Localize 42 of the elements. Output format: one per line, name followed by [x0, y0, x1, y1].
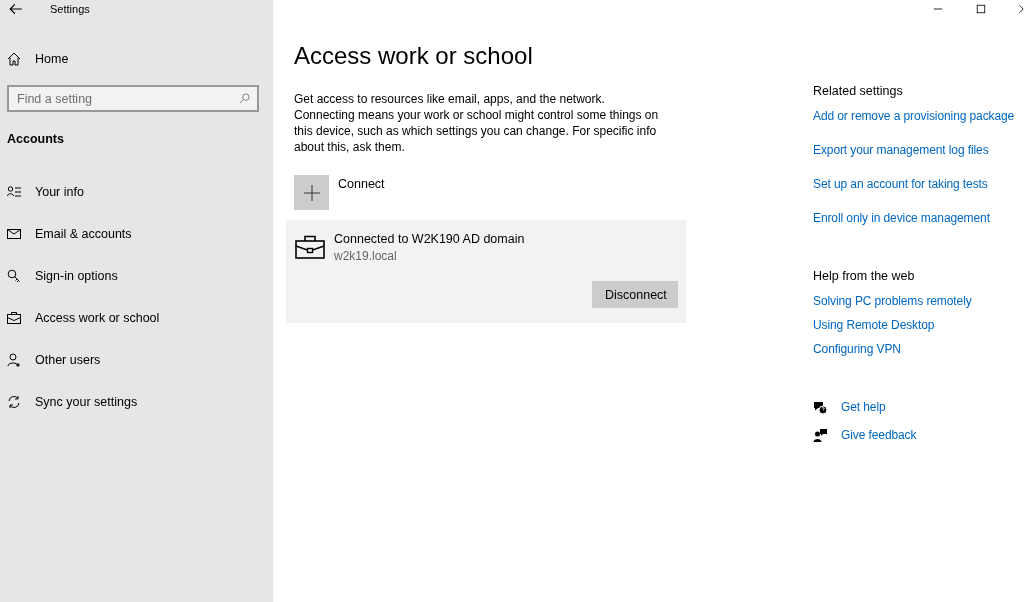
- nav-item[interactable]: Your info: [0, 171, 273, 213]
- connection-panel[interactable]: Connected to W2K190 AD domain w2k19.local Disconnect: [286, 220, 686, 323]
- home-link[interactable]: Home: [0, 38, 273, 80]
- briefcase-icon: [295, 235, 325, 259]
- search-icon: [239, 93, 250, 104]
- connection-name: Connected to W2K190 AD domain: [334, 232, 525, 246]
- plus-icon: [303, 184, 320, 201]
- key-icon: [7, 269, 21, 283]
- nav-item[interactable]: Sync your settings: [0, 381, 273, 423]
- support-link[interactable]: Get help: [841, 399, 886, 415]
- help-link[interactable]: Using Remote Desktop: [813, 317, 935, 333]
- page-title: Access work or school: [294, 42, 534, 71]
- home-icon: [7, 52, 21, 66]
- nav-item[interactable]: Other users: [0, 339, 273, 381]
- support-link[interactable]: Give feedback: [841, 427, 917, 443]
- settings-link[interactable]: Add or remove a provisioning package: [813, 108, 1015, 124]
- description-text: Get access to resources like email, apps, and the network. Connecting means your work or school might control some things on this device, such as which settings you can change. For specific info about this, ask them.: [294, 91, 659, 155]
- section-heading: Help from the web: [813, 269, 916, 285]
- section-heading: Related settings: [813, 84, 904, 100]
- disconnect-button[interactable]: Disconnect: [592, 281, 678, 308]
- search-field[interactable]: Find a setting: [7, 85, 259, 112]
- briefcase-icon: [7, 311, 21, 325]
- person-add-icon: [7, 353, 21, 367]
- help-link[interactable]: Solving PC problems remotely: [813, 293, 972, 309]
- nav-item[interactable]: Sign-in options: [0, 255, 273, 297]
- back-arrow-icon[interactable]: [9, 2, 23, 16]
- section-heading: Accounts: [6, 132, 65, 148]
- nav-item[interactable]: Access work or school: [0, 297, 273, 339]
- sync-icon: [7, 395, 21, 409]
- settings-link[interactable]: Set up an account for taking tests: [813, 176, 988, 192]
- person-list-icon: [7, 185, 21, 199]
- window-title: Settings: [50, 3, 90, 15]
- connect-label[interactable]: Connect: [338, 177, 385, 210]
- feedback-person-icon: [813, 428, 827, 442]
- help-link[interactable]: Configuring VPN: [813, 341, 901, 357]
- settings-link[interactable]: Enroll only in device management: [813, 210, 990, 226]
- chat-help-icon: [813, 400, 827, 414]
- nav-item[interactable]: Email & accounts: [0, 213, 273, 255]
- maximize-icon[interactable]: [976, 4, 986, 14]
- settings-link[interactable]: Export your management log files: [813, 142, 989, 158]
- envelope-icon: [7, 227, 21, 241]
- domain-text: w2k19.local: [334, 249, 398, 263]
